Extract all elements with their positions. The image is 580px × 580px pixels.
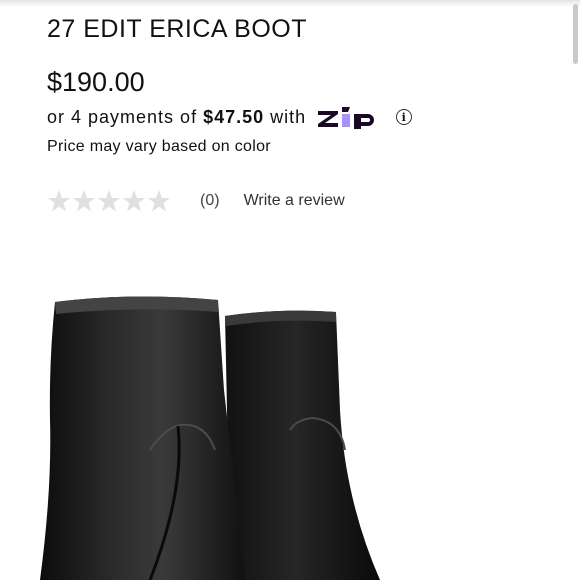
star-icon[interactable] — [72, 189, 96, 213]
product-price: $190.00 — [47, 67, 145, 97]
zip-logo-mark — [318, 107, 375, 129]
installment-info: or 4 payments of $47.50 with i — [47, 105, 413, 129]
star-icon[interactable] — [47, 189, 71, 213]
price-note: Price may vary based on color — [47, 138, 271, 155]
star-rating[interactable] — [47, 189, 171, 213]
zip-logo[interactable] — [316, 105, 384, 129]
scrollbar[interactable] — [573, 4, 578, 64]
review-count: (0) — [200, 192, 220, 209]
star-icon[interactable] — [147, 189, 171, 213]
rating-row: (0) Write a review — [47, 189, 345, 213]
info-icon[interactable]: i — [396, 109, 413, 125]
header-shadow — [0, 0, 580, 7]
write-review-link[interactable]: Write a review — [244, 192, 345, 210]
installment-suffix: with — [270, 106, 307, 127]
star-icon[interactable] — [97, 189, 121, 213]
product-title: 27 EDIT ERICA BOOT — [47, 15, 308, 43]
star-icon[interactable] — [122, 189, 146, 213]
installment-prefix: or 4 payments of — [47, 106, 198, 127]
product-image — [40, 296, 380, 580]
installment-amount: $47.50 — [203, 106, 265, 127]
